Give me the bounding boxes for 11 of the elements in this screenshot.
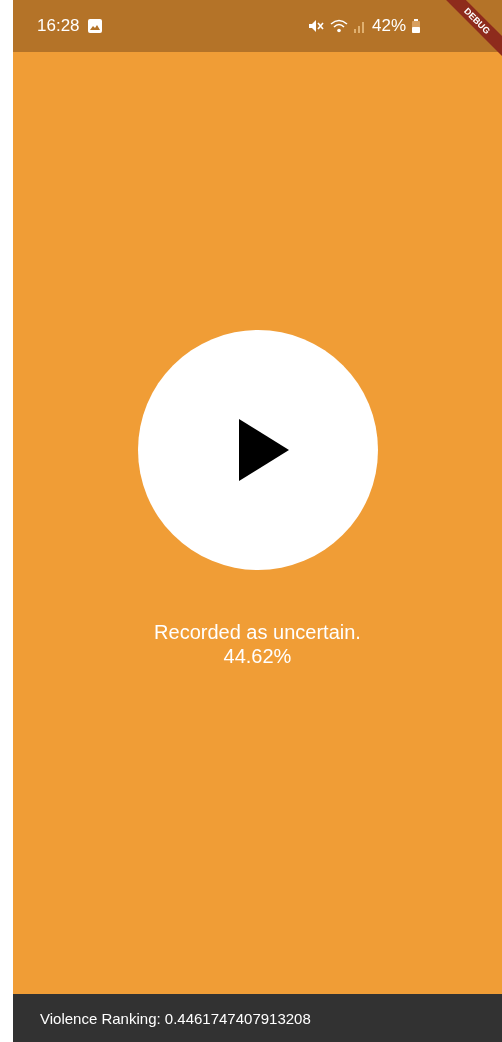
signal-icon bbox=[353, 19, 366, 33]
status-time: 16:28 bbox=[37, 16, 80, 36]
result-text: 44.62% bbox=[223, 644, 292, 668]
image-icon bbox=[87, 19, 102, 33]
play-icon bbox=[238, 419, 289, 481]
mute-icon bbox=[307, 19, 324, 33]
wifi-icon bbox=[329, 19, 348, 33]
snackbar-message: Violence Ranking: 0.4461747407913208 bbox=[40, 1009, 311, 1027]
battery-percent: 42% bbox=[371, 16, 406, 36]
result-text: Recorded as uncertain. bbox=[154, 620, 361, 644]
battery-icon bbox=[412, 19, 420, 33]
